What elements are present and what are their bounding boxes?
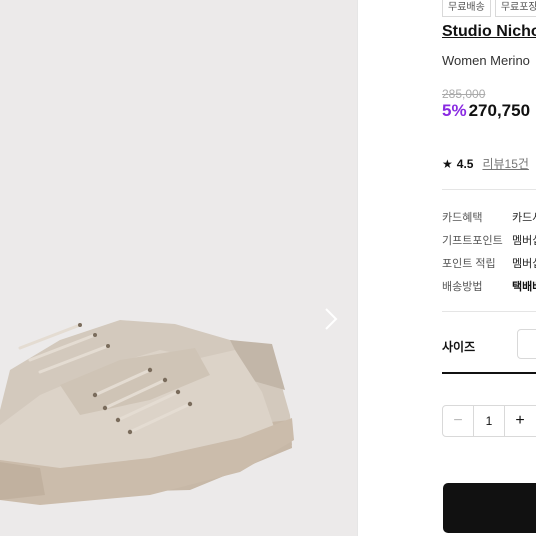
benefit-badges: 무료배송 무료포장 [442,0,536,17]
info-row-point-earn: 포인트 적립 멤버십 [442,255,536,271]
product-info-panel: 무료배송 무료포장 Studio Nicho Women Merino 285,… [358,0,536,536]
info-value: 멤버십 [512,258,536,270]
review-count-link[interactable]: 리뷰15건 [482,155,528,172]
minus-icon[interactable]: − [443,406,473,436]
info-label: 배송방법 [442,281,483,293]
original-price: 285,000 [442,87,486,101]
product-image-gallery[interactable] [0,0,357,536]
info-row-gift-point: 기프트포인트 멤버십 [442,232,536,248]
price-row: 5% 270,750 [442,101,530,121]
info-value: 택배배 [512,281,536,293]
info-label: 포인트 적립 [442,258,496,270]
product-image-sneakers [0,320,294,505]
info-label: 카드혜택 [442,212,483,224]
quantity-stepper: − 1 + [442,405,536,437]
buy-button[interactable] [443,483,536,533]
option-divider [442,372,536,374]
badge-free-wrapping: 무료포장 [494,0,536,17]
brand-link[interactable]: Studio Nicho [442,23,536,41]
size-label: 사이즈 [442,340,476,354]
section-divider [442,311,536,312]
discount-rate: 5% [442,101,467,120]
size-select[interactable] [517,329,536,359]
rating-row: ★ 4.5 리뷰15건 [442,155,529,172]
rating-score: 4.5 [456,156,474,171]
quantity-value[interactable]: 1 [473,406,505,436]
info-row-card-benefit: 카드혜택 카드사 [442,209,536,225]
badge-free-shipping: 무료배송 [442,0,491,17]
info-row-shipping-method: 배송방법 택배배 [442,278,536,294]
star-icon: ★ [442,156,453,171]
info-value: 멤버십 [512,235,536,247]
product-name: Women Merino [442,53,530,68]
info-value: 카드사 [512,212,536,224]
sale-price: 270,750 [468,101,531,120]
info-label: 기프트포인트 [442,235,503,247]
chevron-right-icon[interactable] [320,306,342,332]
plus-icon[interactable]: + [505,406,535,436]
section-divider [442,189,536,190]
